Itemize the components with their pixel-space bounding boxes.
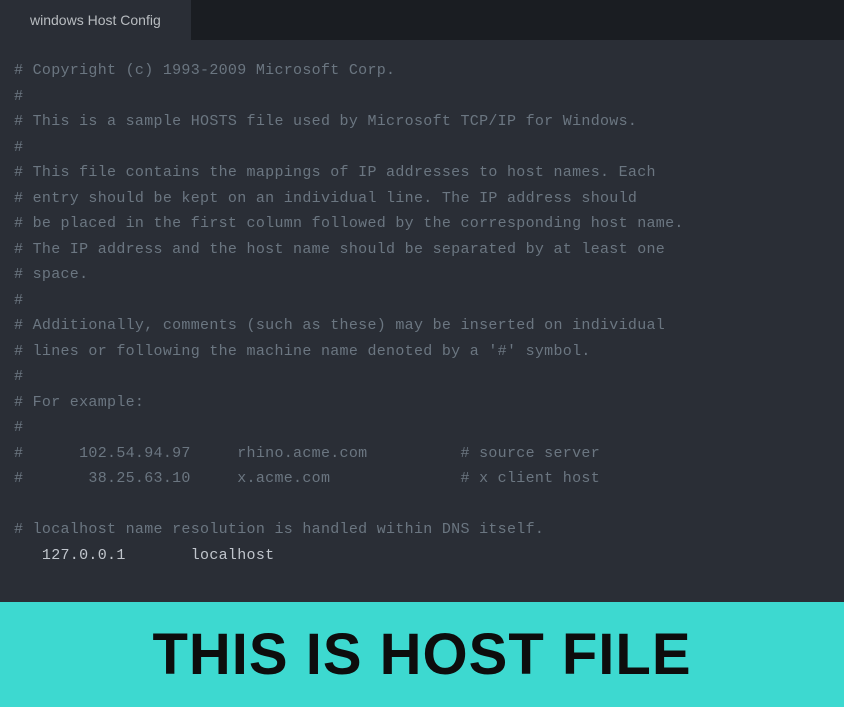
tab-bar: windows Host Config: [0, 0, 844, 40]
editor-line: # This is a sample HOSTS file used by Mi…: [14, 109, 830, 135]
editor-line: [14, 492, 830, 518]
editor-line: # Additionally, comments (such as these)…: [14, 313, 830, 339]
editor-line: #: [14, 364, 830, 390]
editor-line: # 102.54.94.97 rhino.acme.com # source s…: [14, 441, 830, 467]
editor-line: # entry should be kept on an individual …: [14, 186, 830, 212]
editor-line: # 38.25.63.10 x.acme.com # x client host: [14, 466, 830, 492]
tab-hosts-config[interactable]: windows Host Config: [0, 0, 192, 40]
banner-text: THIS IS HOST FILE: [152, 621, 691, 688]
editor-area[interactable]: # Copyright (c) 1993-2009 Microsoft Corp…: [0, 40, 844, 602]
editor-line: #: [14, 415, 830, 441]
editor-line: # be placed in the first column followed…: [14, 211, 830, 237]
banner: THIS IS HOST FILE: [0, 602, 844, 707]
editor-line: # Copyright (c) 1993-2009 Microsoft Corp…: [14, 58, 830, 84]
editor-line: # lines or following the machine name de…: [14, 339, 830, 365]
tab-label: windows Host Config: [30, 12, 161, 28]
editor-line: # For example:: [14, 390, 830, 416]
editor-line: # This file contains the mappings of IP …: [14, 160, 830, 186]
editor-line: # localhost name resolution is handled w…: [14, 517, 830, 543]
editor-line: #: [14, 288, 830, 314]
editor-line: # The IP address and the host name shoul…: [14, 237, 830, 263]
editor-line: #: [14, 135, 830, 161]
editor-line: # space.: [14, 262, 830, 288]
editor-line: #: [14, 84, 830, 110]
editor-line: 127.0.0.1 localhost: [14, 543, 830, 569]
